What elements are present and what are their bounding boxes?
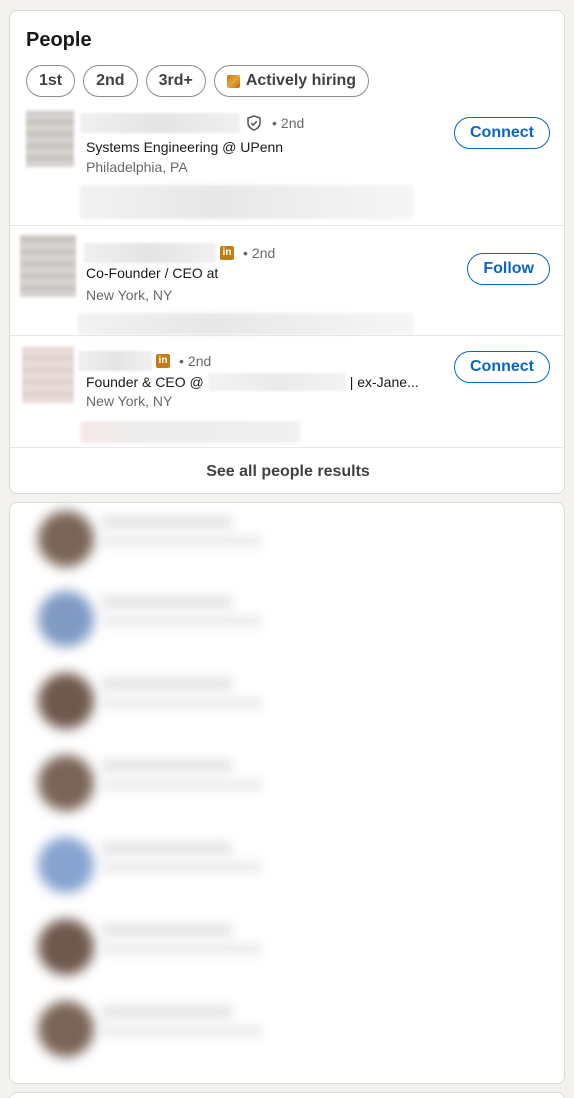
divider — [10, 225, 564, 226]
person-headline: Co-Founder / CEO at — [86, 265, 218, 281]
filter-label: Actively hiring — [245, 72, 357, 89]
blurred-text — [102, 841, 232, 855]
blurred-list-item[interactable] — [30, 829, 530, 909]
avatar — [38, 919, 94, 975]
blurred-text — [102, 1025, 262, 1037]
blurred-text — [102, 595, 232, 609]
blurred-insight — [78, 313, 414, 335]
blurred-text — [102, 1005, 232, 1019]
avatar[interactable] — [26, 111, 74, 167]
verified-shield-icon — [247, 115, 261, 131]
avatar — [38, 1001, 94, 1057]
connection-degree: 2nd — [251, 245, 276, 261]
blurred-text — [102, 535, 262, 547]
follow-button[interactable]: Follow — [467, 253, 550, 285]
filter-actively-hiring[interactable]: Actively hiring — [213, 65, 370, 97]
filter-label: 2nd — [96, 72, 125, 89]
person-name[interactable] — [80, 113, 240, 133]
blurred-insight — [80, 185, 414, 219]
avatar — [38, 591, 94, 647]
blurred-list-item[interactable] — [30, 911, 530, 991]
connection-degree: 2nd — [187, 353, 212, 369]
headline-text: | ex-Jane... — [349, 374, 419, 390]
person-headline: Systems Engineering @ UPenn — [86, 139, 283, 155]
name-line: in • 2nd — [78, 351, 211, 371]
blurred-text — [102, 697, 262, 709]
headline-text: Founder & CEO @ — [86, 374, 204, 390]
blurred-text — [102, 615, 262, 627]
blurred-text — [102, 677, 232, 691]
person-result: in • 2nd Founder & CEO @ | ex-Jane... Ne… — [10, 343, 564, 447]
filter-3rd-plus[interactable]: 3rd+ — [145, 65, 206, 97]
blurred-list-item[interactable] — [30, 993, 530, 1073]
see-all-people-results[interactable]: See all people results — [10, 447, 564, 493]
linkedin-premium-icon: in — [156, 354, 170, 368]
avatar — [38, 673, 94, 729]
hiring-badge-icon — [226, 74, 240, 88]
person-location: New York, NY — [86, 287, 173, 303]
blurred-list-item[interactable] — [30, 583, 530, 663]
blurred-text — [102, 943, 262, 955]
filter-label: 3rd+ — [158, 72, 193, 89]
separator: • — [243, 245, 248, 261]
headline-text: Co-Founder / CEO at — [86, 265, 219, 281]
person-result: in • 2nd Co-Founder / CEO at New York, N… — [10, 233, 564, 337]
filter-2nd[interactable]: 2nd — [83, 65, 138, 97]
blurred-text — [102, 515, 232, 529]
blurred-text — [102, 759, 232, 773]
linkedin-premium-icon: in — [220, 246, 234, 260]
connect-button[interactable]: Connect — [454, 351, 550, 383]
filter-label: 1st — [39, 72, 63, 89]
avatar[interactable] — [20, 235, 76, 297]
name-line: in • 2nd — [84, 243, 275, 263]
name-line: • 2nd — [80, 113, 304, 133]
blurred-list-item[interactable] — [30, 665, 530, 745]
connect-button[interactable]: Connect — [454, 117, 550, 149]
blurred-text — [102, 779, 262, 791]
avatar — [38, 755, 94, 811]
connection-filters: 1st 2nd 3rd+ Actively hiring — [26, 65, 370, 97]
divider — [10, 335, 564, 336]
headline-text: Systems Engineering @ UPenn — [86, 139, 284, 155]
filter-1st[interactable]: 1st — [26, 65, 76, 97]
person-location: New York, NY — [86, 393, 173, 409]
blurred-text — [102, 861, 262, 873]
blurred-list-item[interactable] — [30, 747, 530, 827]
avatar[interactable] — [22, 347, 74, 403]
person-location: Philadelphia, PA — [86, 159, 188, 175]
avatar — [38, 511, 94, 567]
person-result: • 2nd Systems Engineering @ UPenn Philad… — [10, 109, 564, 225]
separator: • — [272, 115, 277, 131]
blurred-results-card — [9, 502, 565, 1084]
person-headline: Founder & CEO @ | ex-Jane... — [86, 373, 419, 391]
next-card — [9, 1092, 565, 1098]
blurred-company — [207, 373, 346, 391]
connection-degree: 2nd — [280, 115, 305, 131]
avatar — [38, 837, 94, 893]
blurred-text — [102, 923, 232, 937]
person-name[interactable] — [84, 243, 216, 263]
blurred-insight — [80, 421, 300, 443]
blurred-list-item[interactable] — [30, 503, 530, 583]
separator: • — [179, 353, 184, 369]
person-name[interactable] — [78, 351, 152, 371]
section-title: People — [26, 29, 92, 51]
people-card: People 1st 2nd 3rd+ Actively hiring • 2n… — [9, 10, 565, 494]
